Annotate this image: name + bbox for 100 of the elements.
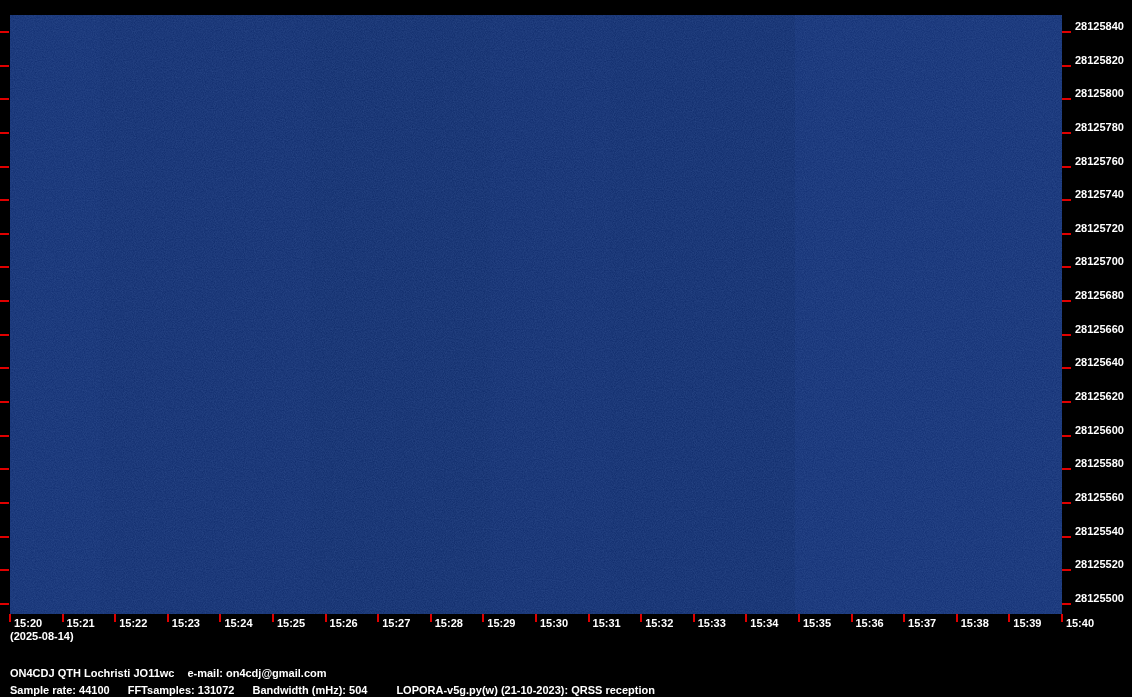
settings-info: FFTsamples: 131072 — [127, 684, 235, 697]
station-info: e-mail: on4cdj@gmail.com — [187, 667, 327, 680]
station-info: ON4CDJ QTH Lochristi JO11wc — [10, 667, 175, 680]
tick-mark — [0, 535, 9, 538]
frequency-label: 28125520 — [1075, 557, 1124, 572]
frequency-label: 28125820 — [1075, 52, 1124, 67]
time-label: 15:24 — [224, 617, 253, 630]
tick-mark — [114, 614, 117, 622]
tick-mark — [0, 232, 9, 235]
tick-mark — [850, 614, 853, 622]
tick-mark — [429, 614, 432, 622]
tick-mark — [271, 614, 274, 622]
tick-mark — [1062, 199, 1071, 202]
time-label: 15:40 — [1065, 617, 1094, 630]
tick-mark — [1062, 434, 1071, 437]
tick-mark — [9, 614, 11, 622]
tick-mark — [1060, 614, 1063, 622]
frequency-label: 28125560 — [1075, 489, 1124, 504]
tick-mark — [0, 300, 9, 303]
tick-mark — [1062, 401, 1071, 404]
frequency-label: 28125580 — [1075, 456, 1124, 471]
tick-mark — [0, 199, 9, 202]
tick-mark — [1008, 614, 1011, 622]
time-label: 15:34 — [750, 617, 779, 630]
time-label: 15:20 — [14, 617, 43, 630]
time-label: 15:22 — [119, 617, 148, 630]
time-label: 15:25 — [276, 617, 306, 630]
tick-mark — [534, 614, 537, 622]
time-label: 15:26 — [329, 617, 358, 630]
tick-mark — [324, 614, 327, 622]
tick-mark — [0, 31, 9, 33]
time-label: 15:35 — [802, 617, 832, 630]
tick-mark — [1062, 333, 1071, 336]
tick-mark — [903, 614, 906, 622]
tick-mark — [482, 614, 485, 622]
time-label: 15:21 — [66, 617, 95, 630]
frequency-label: 28125640 — [1075, 355, 1124, 370]
settings-info: Bandwidth (mHz): 504 — [252, 684, 368, 697]
tick-mark — [0, 434, 9, 437]
tick-mark — [0, 266, 9, 269]
tick-mark — [166, 614, 169, 622]
tick-mark — [0, 333, 9, 336]
tick-mark — [0, 98, 9, 101]
frequency-label: 28125620 — [1075, 389, 1124, 404]
frequency-label: 28125680 — [1075, 288, 1124, 303]
tick-mark — [61, 614, 64, 622]
frequency-label: 28125660 — [1075, 321, 1124, 336]
settings-info: Sample rate: 44100 — [10, 684, 110, 697]
tick-mark — [0, 64, 9, 67]
tick-mark — [1062, 165, 1071, 168]
tick-mark — [1062, 300, 1071, 303]
frequency-label: 28125780 — [1075, 119, 1124, 134]
time-label: 15:33 — [697, 617, 726, 630]
tick-mark — [1062, 535, 1071, 538]
tick-mark — [377, 614, 380, 622]
time-label: 15:37 — [908, 617, 937, 630]
tick-mark — [1062, 367, 1071, 370]
tick-mark — [0, 501, 9, 504]
frequency-label: 28125760 — [1075, 153, 1124, 168]
frequency-label: 28125700 — [1075, 254, 1124, 269]
tick-mark — [0, 401, 9, 404]
time-label: 15:31 — [592, 617, 621, 630]
time-label: 15:30 — [539, 617, 569, 630]
tick-mark — [1062, 468, 1071, 471]
time-label: 15:32 — [645, 617, 674, 630]
frequency-label: 28125720 — [1075, 220, 1124, 235]
date-label: (2025-08-14) — [10, 630, 74, 643]
tick-mark — [587, 614, 590, 622]
settings-info: LOPORA-v5g.py(w) (21-10-2023): QRSS reception — [396, 684, 655, 697]
time-label: 15:23 — [171, 617, 200, 630]
tick-mark — [1062, 232, 1071, 235]
frequency-label: 28125500 — [1075, 590, 1124, 605]
tick-mark — [955, 614, 958, 622]
tick-mark — [0, 468, 9, 471]
frequency-label: 28125840 — [1075, 19, 1124, 33]
time-label: 15:27 — [382, 617, 411, 630]
tick-mark — [640, 614, 643, 622]
tick-mark — [0, 367, 9, 370]
tick-mark — [1062, 131, 1071, 134]
frequency-label: 28125540 — [1075, 523, 1124, 538]
tick-mark — [1062, 569, 1071, 572]
tick-mark — [0, 569, 9, 572]
frequency-label: 28125740 — [1075, 187, 1124, 202]
tick-mark — [1062, 501, 1071, 504]
tick-mark — [745, 614, 748, 622]
tick-mark — [1062, 98, 1071, 101]
tick-mark — [1062, 31, 1071, 33]
time-label: 15:29 — [487, 617, 516, 630]
time-label: 15:39 — [1013, 617, 1042, 630]
time-label: 15:38 — [960, 617, 989, 630]
tick-mark — [0, 165, 9, 168]
frequency-label: 28125800 — [1075, 86, 1124, 101]
tick-mark — [0, 131, 9, 134]
tick-mark — [692, 614, 695, 622]
tick-mark — [1062, 64, 1071, 67]
tick-mark — [1062, 266, 1071, 269]
time-label: 15:28 — [434, 617, 463, 630]
tick-mark — [797, 614, 800, 622]
frequency-label: 28125600 — [1075, 422, 1124, 437]
time-label: 15:36 — [855, 617, 884, 630]
